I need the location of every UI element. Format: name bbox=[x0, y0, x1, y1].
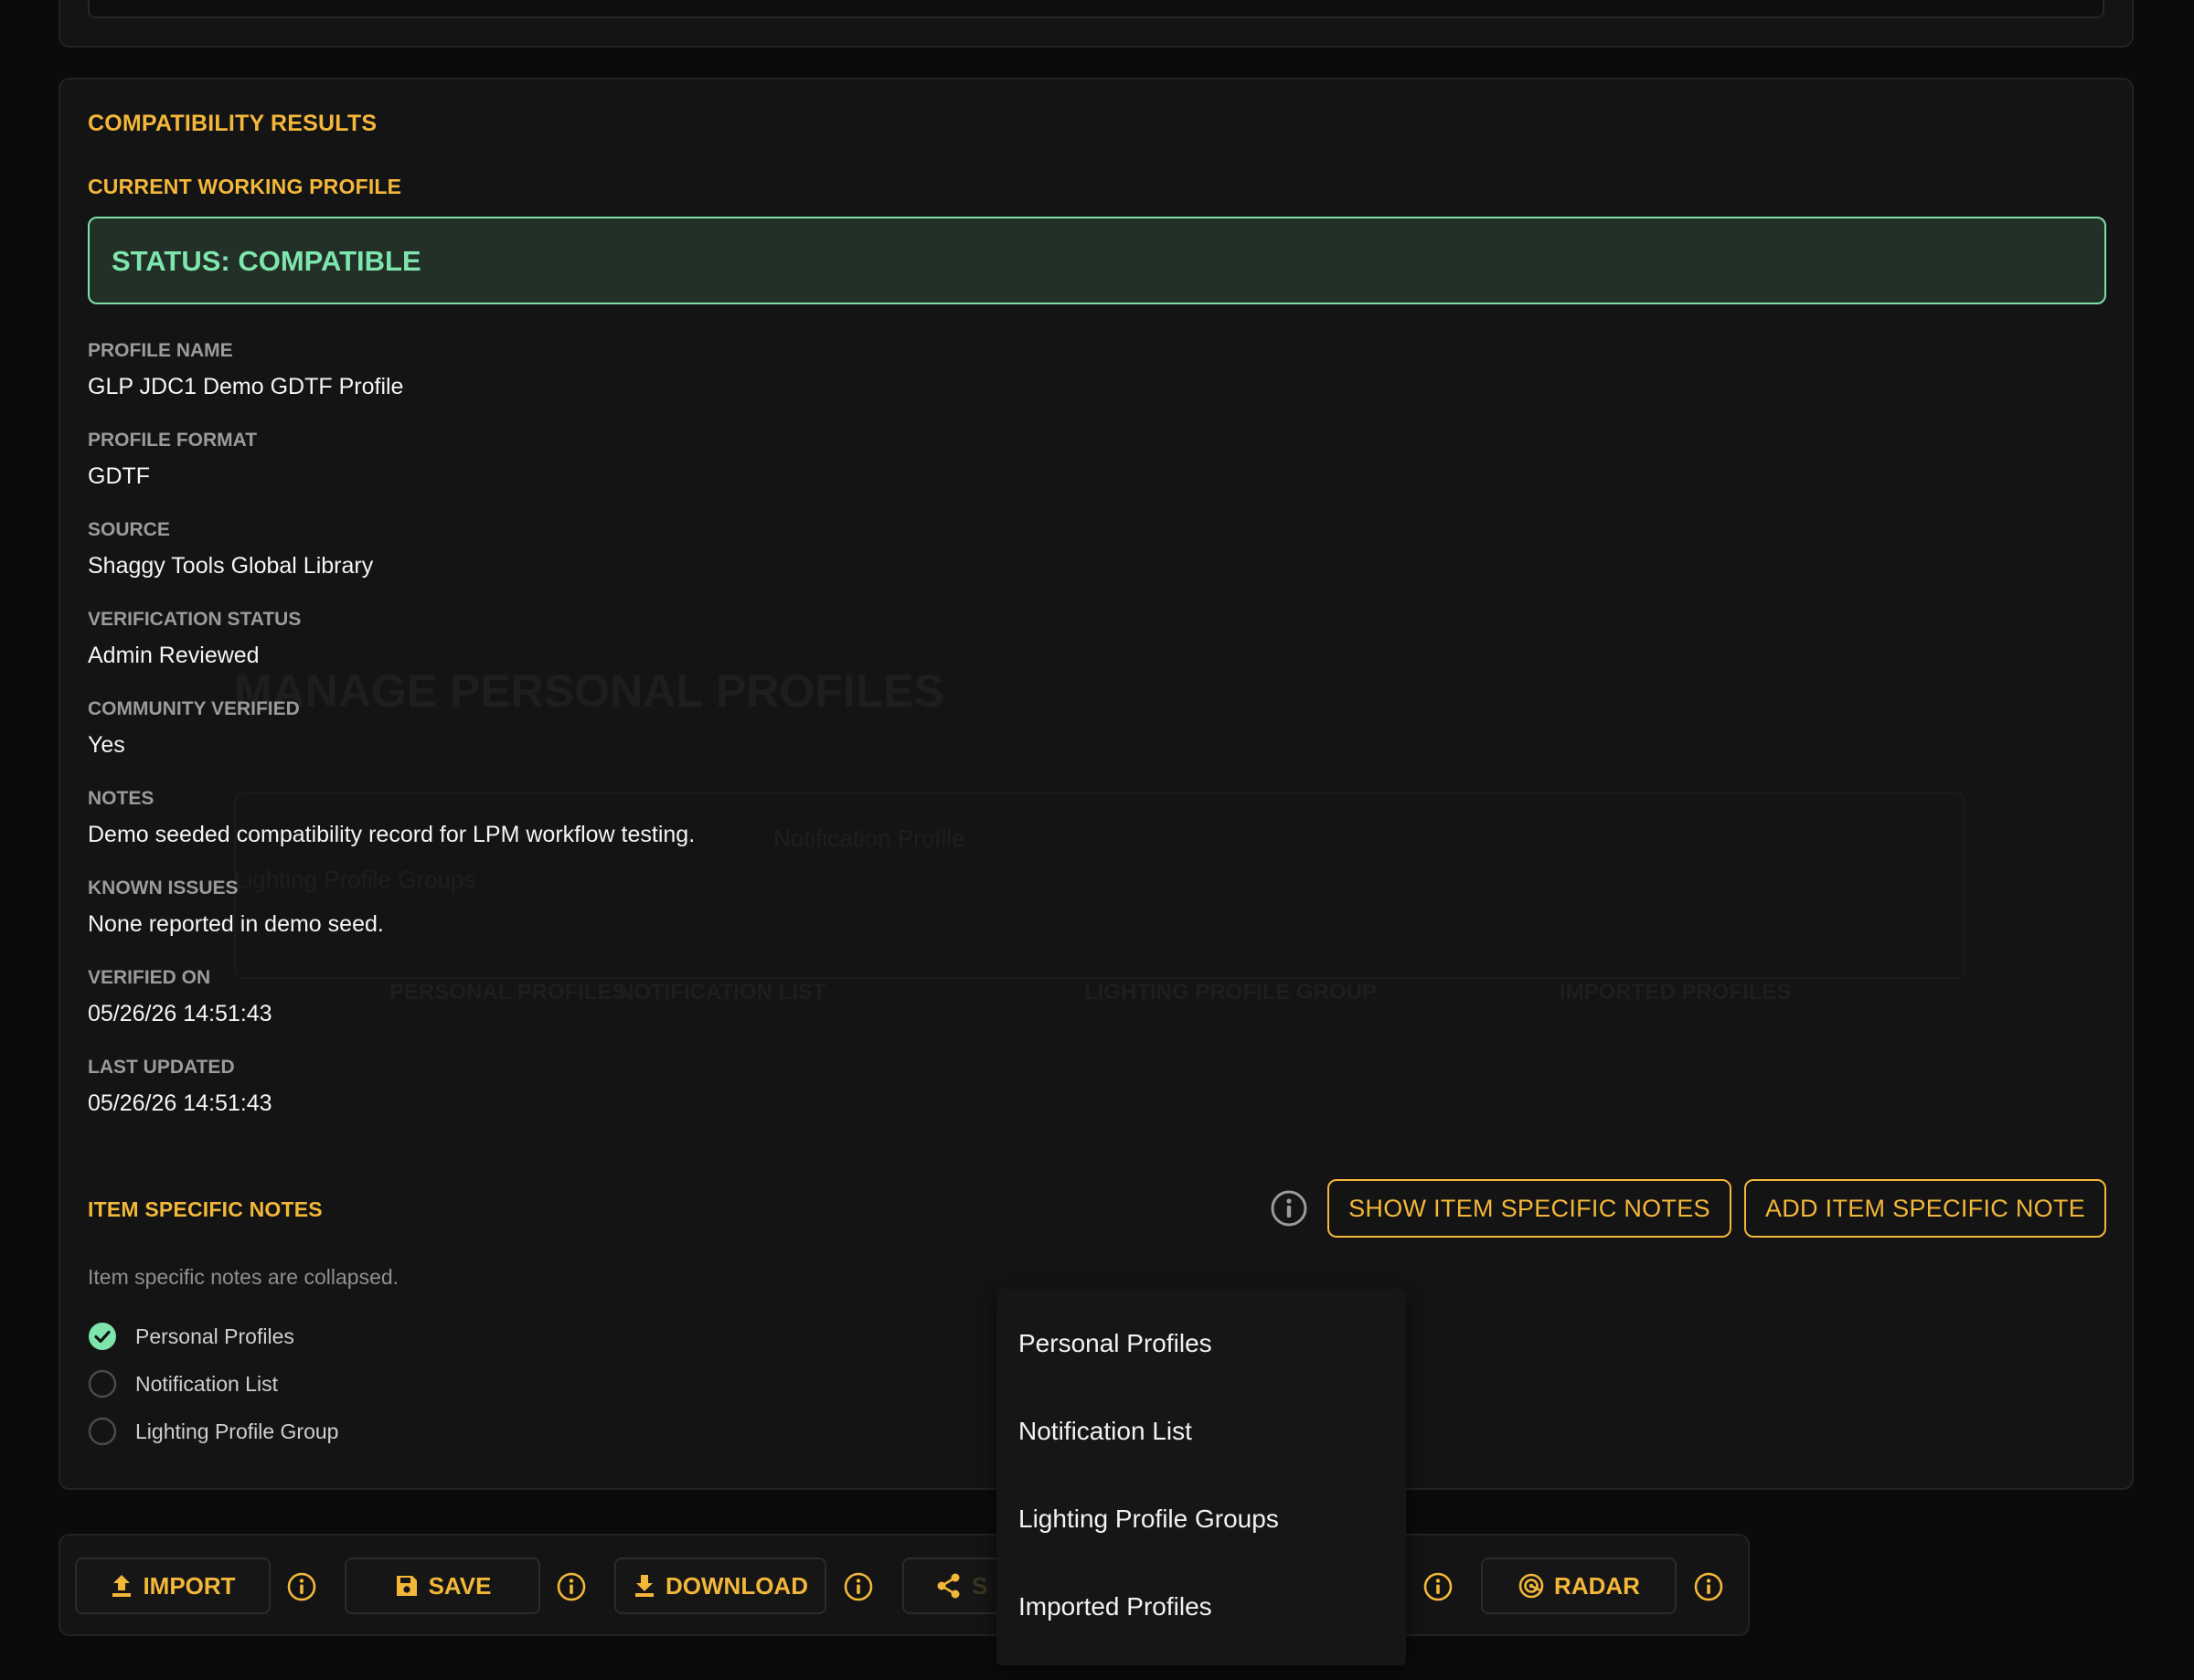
show-item-specific-notes-button[interactable]: SHOW ITEM SPECIFIC NOTES bbox=[1327, 1179, 1731, 1238]
menu-item-lighting-profile-groups[interactable]: Lighting Profile Groups bbox=[1018, 1505, 1279, 1534]
option-personal-profiles[interactable]: Personal Profiles bbox=[88, 1321, 294, 1352]
field-label-community-verified: COMMUNITY VERIFIED bbox=[88, 698, 300, 719]
profile-dropdown-menu: Personal Profiles Notification List Ligh… bbox=[996, 1289, 1406, 1665]
add-item-specific-note-button[interactable]: ADD ITEM SPECIFIC NOTE bbox=[1744, 1179, 2106, 1238]
field-value-source: Shaggy Tools Global Library bbox=[88, 553, 374, 579]
ghost-tab-2: NOTIFICATION LIST bbox=[618, 980, 826, 1005]
field-value-profile-name: GLP JDC1 Demo GDTF Profile bbox=[88, 374, 404, 399]
radar-info-icon[interactable] bbox=[1693, 1571, 1724, 1607]
field-value-community-verified: Yes bbox=[88, 732, 125, 758]
radar-label: RADAR bbox=[1554, 1571, 1640, 1600]
field-value-notes: Demo seeded compatibility record for LPM… bbox=[88, 822, 696, 847]
item-specific-notes-title: ITEM SPECIFIC NOTES bbox=[88, 1197, 323, 1221]
option-label: Personal Profiles bbox=[135, 1324, 294, 1348]
ghost-title: MANAGE PERSONAL PROFILES bbox=[234, 665, 944, 717]
option-lighting-profile-group[interactable]: Lighting Profile Group bbox=[88, 1416, 338, 1447]
option-label: Notification List bbox=[135, 1371, 278, 1396]
download-info-icon[interactable] bbox=[843, 1571, 874, 1607]
field-value-verification-status: Admin Reviewed bbox=[88, 643, 260, 668]
status-badge: STATUS: COMPATIBLE bbox=[88, 217, 2106, 304]
field-label-last-updated: LAST UPDATED bbox=[88, 1057, 235, 1078]
field-label-known-issues: KNOWN ISSUES bbox=[88, 877, 239, 898]
download-icon bbox=[635, 1575, 654, 1597]
field-value-verified-on: 05/26/26 14:51:43 bbox=[88, 1001, 272, 1026]
current-working-profile-label: CURRENT WORKING PROFILE bbox=[88, 175, 402, 198]
share-info-icon[interactable] bbox=[1422, 1571, 1454, 1607]
check-circle-icon bbox=[89, 1323, 116, 1350]
radar-button[interactable]: RADAR bbox=[1481, 1558, 1677, 1614]
field-label-profile-format: PROFILE FORMAT bbox=[88, 430, 258, 451]
floppy-disk-icon bbox=[396, 1576, 417, 1596]
download-label: DOWNLOAD bbox=[666, 1571, 808, 1600]
save-label: SAVE bbox=[428, 1571, 492, 1600]
import-button[interactable]: IMPORT bbox=[75, 1558, 271, 1614]
import-info-icon[interactable] bbox=[286, 1571, 317, 1607]
action-toolbar: IMPORT SAVE DOWNLOAD S RADAR bbox=[59, 1534, 1750, 1636]
menu-item-notification-list[interactable]: Notification List bbox=[1018, 1417, 1192, 1446]
radio-empty-icon bbox=[88, 1369, 117, 1398]
download-button[interactable]: DOWNLOAD bbox=[614, 1558, 826, 1614]
compatibility-results-title: COMPATIBILITY RESULTS bbox=[88, 111, 378, 136]
option-notification-list[interactable]: Notification List bbox=[88, 1368, 278, 1399]
ghost-line-2: Lighting Profile Groups bbox=[234, 866, 476, 893]
option-label: Lighting Profile Group bbox=[135, 1419, 339, 1443]
field-label-verification-status: VERIFICATION STATUS bbox=[88, 609, 302, 630]
field-value-known-issues: None reported in demo seed. bbox=[88, 911, 384, 937]
ghost-tab-3: LIGHTING PROFILE GROUP bbox=[1084, 980, 1378, 1005]
field-label-profile-name: PROFILE NAME bbox=[88, 340, 233, 361]
notes-collapsed-text: Item specific notes are collapsed. bbox=[88, 1265, 399, 1289]
radar-icon bbox=[1518, 1573, 1544, 1599]
field-label-source: SOURCE bbox=[88, 519, 170, 540]
share-icon bbox=[937, 1573, 960, 1599]
field-value-profile-format: GDTF bbox=[88, 463, 151, 489]
save-button[interactable]: SAVE bbox=[345, 1558, 540, 1614]
previous-panel bbox=[59, 0, 2134, 48]
menu-item-imported-profiles[interactable]: Imported Profiles bbox=[1018, 1592, 1212, 1622]
upload-icon bbox=[112, 1575, 132, 1597]
field-value-last-updated: 05/26/26 14:51:43 bbox=[88, 1090, 272, 1116]
ghost-tab-1: PERSONAL PROFILES bbox=[389, 980, 627, 1005]
radio-empty-icon bbox=[88, 1417, 117, 1446]
import-label: IMPORT bbox=[143, 1571, 236, 1600]
previous-panel-inner bbox=[88, 0, 2104, 18]
field-label-verified-on: VERIFIED ON bbox=[88, 967, 211, 988]
ghost-tab-4: IMPORTED PROFILES bbox=[1560, 980, 1792, 1005]
share-label: S bbox=[972, 1571, 988, 1600]
save-info-icon[interactable] bbox=[556, 1571, 587, 1607]
info-icon[interactable] bbox=[1269, 1188, 1309, 1233]
menu-item-personal-profiles[interactable]: Personal Profiles bbox=[1018, 1329, 1212, 1358]
status-text: STATUS: COMPATIBLE bbox=[112, 245, 421, 277]
ghost-card bbox=[234, 792, 1965, 979]
ghost-line-1: Notification Profile bbox=[773, 824, 965, 852]
field-label-notes: NOTES bbox=[88, 788, 154, 809]
compatibility-results-panel: MANAGE PERSONAL PROFILES Notification Pr… bbox=[59, 78, 2134, 1490]
